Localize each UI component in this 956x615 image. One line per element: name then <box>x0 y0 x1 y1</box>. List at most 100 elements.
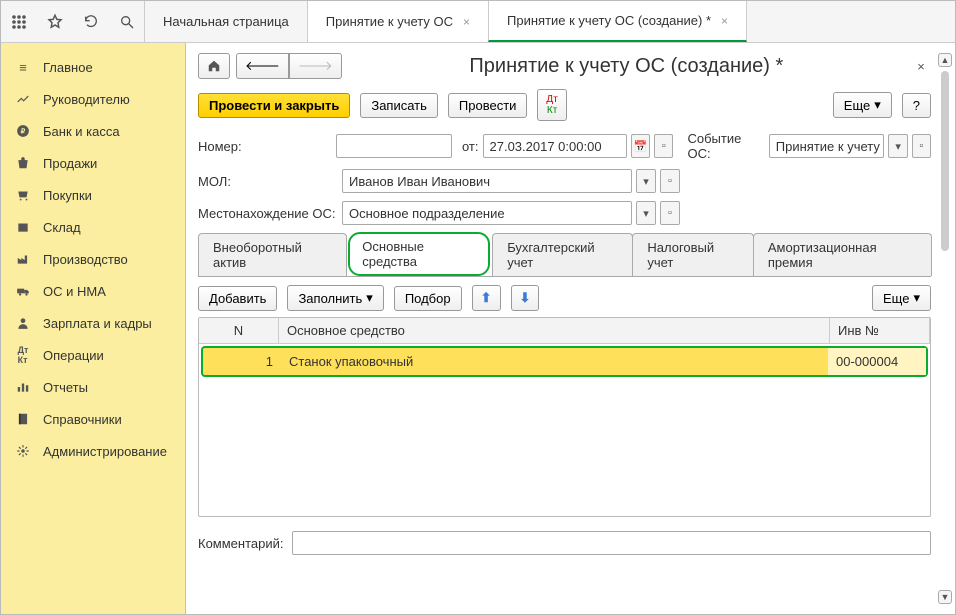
sidebar-item-label: Отчеты <box>43 380 88 395</box>
back-button[interactable]: 🡐 <box>236 53 289 79</box>
mol-field[interactable]: Иванов Иван Иванович <box>342 169 632 193</box>
more-button[interactable]: Еще ▾ <box>833 92 892 118</box>
bar-chart-icon <box>15 379 31 395</box>
close-form-button[interactable]: × <box>911 59 931 74</box>
doc-tab-accounting[interactable]: Бухгалтерский учет <box>492 233 633 276</box>
sidebar-item-reports[interactable]: Отчеты <box>1 371 185 403</box>
dtkt-icon: ДтКт <box>15 347 31 363</box>
dtkt-button[interactable]: ДтКт <box>537 89 566 121</box>
doc-tab-depr-bonus[interactable]: Амортизационная премия <box>753 233 932 276</box>
mol-label: МОЛ: <box>198 174 338 189</box>
dropdown-button[interactable]: ▾ <box>636 169 656 193</box>
post-and-close-button[interactable]: Провести и закрыть <box>198 93 350 118</box>
sidebar-item-label: Склад <box>43 220 81 235</box>
comment-label: Комментарий: <box>198 536 288 551</box>
ruble-icon: ₽ <box>15 123 31 139</box>
assets-table: N Основное средство Инв № 1 Станок упако… <box>198 317 931 517</box>
svg-text:₽: ₽ <box>21 127 26 135</box>
content: 🡐 🡒 Принятие к учету ОС (создание) * × П… <box>186 43 955 614</box>
move-up-button[interactable]: ⬆ <box>472 285 501 311</box>
sidebar-item-sales[interactable]: Продажи <box>1 147 185 179</box>
sidebar-item-assets[interactable]: ОС и НМА <box>1 275 185 307</box>
close-icon[interactable]: × <box>721 14 728 28</box>
chevron-down-icon: ▾ <box>874 97 881 113</box>
close-icon[interactable]: × <box>463 15 470 29</box>
cell-inv: 00-000004 <box>828 348 926 375</box>
sidebar-item-operations[interactable]: ДтКт Операции <box>1 339 185 371</box>
sidebar-item-label: Главное <box>43 60 93 75</box>
sidebar-item-label: Администрирование <box>43 444 167 459</box>
comment-field[interactable] <box>292 531 931 555</box>
apps-icon[interactable] <box>9 12 29 32</box>
doc-tabs: Внеоборотный актив Основные средства Бух… <box>198 233 931 277</box>
tab-home[interactable]: Начальная страница <box>144 1 308 42</box>
dropdown-button[interactable]: ▾ <box>636 201 656 225</box>
col-n[interactable]: N <box>199 318 279 343</box>
sidebar-item-refs[interactable]: Справочники <box>1 403 185 435</box>
number-field[interactable] <box>336 134 452 158</box>
sidebar-item-bank[interactable]: ₽ Банк и касса <box>1 115 185 147</box>
sidebar-item-label: Банк и касса <box>43 124 120 139</box>
vertical-scrollbar[interactable]: ▲ ▼ <box>937 53 953 604</box>
sidebar-item-warehouse[interactable]: Склад <box>1 211 185 243</box>
table-more-button[interactable]: Еще ▾ <box>872 285 931 311</box>
doc-tab-noncurrent-asset[interactable]: Внеоборотный актив <box>198 233 347 276</box>
sidebar-item-main[interactable]: ≡ Главное <box>1 51 185 83</box>
chevron-down-icon: ▾ <box>366 290 373 306</box>
sidebar-item-manager[interactable]: Руководителю <box>1 83 185 115</box>
move-down-button[interactable]: ⬇ <box>511 285 540 311</box>
calendar-button[interactable]: 📅 <box>631 134 650 158</box>
help-button[interactable]: ? <box>902 93 931 118</box>
pick-button[interactable]: Подбор <box>394 286 462 311</box>
box-icon <box>15 219 31 235</box>
col-name[interactable]: Основное средство <box>279 318 830 343</box>
top-toolbar: Начальная страница Принятие к учету ОС ×… <box>1 1 955 43</box>
main-area: ≡ Главное Руководителю ₽ Банк и касса Пр… <box>1 43 955 614</box>
date-label: от: <box>462 139 479 154</box>
cart-icon <box>15 187 31 203</box>
forward-button[interactable]: 🡒 <box>289 53 342 79</box>
scroll-up-button[interactable]: ▲ <box>938 53 952 67</box>
history-icon[interactable] <box>81 12 101 32</box>
book-icon <box>15 411 31 427</box>
sidebar-item-production[interactable]: Производство <box>1 243 185 275</box>
sidebar-item-admin[interactable]: Администрирование <box>1 435 185 467</box>
doc-tab-tax[interactable]: Налоговый учет <box>632 233 754 276</box>
number-label: Номер: <box>198 139 332 154</box>
home-button[interactable] <box>198 53 230 79</box>
open-button[interactable]: ▫ <box>654 134 673 158</box>
doc-tab-fixed-assets[interactable]: Основные средства <box>348 232 490 276</box>
tab-doc-create[interactable]: Принятие к учету ОС (создание) * × <box>488 1 747 42</box>
event-field[interactable]: Принятие к учету <box>769 134 885 158</box>
sidebar-item-label: Справочники <box>43 412 122 427</box>
table-row[interactable]: 1 Станок упаковочный 00-000004 <box>201 346 928 377</box>
sidebar: ≡ Главное Руководителю ₽ Банк и касса Пр… <box>1 43 186 614</box>
sidebar-item-label: Покупки <box>43 188 92 203</box>
date-field[interactable]: 27.03.2017 0:00:00 <box>483 134 627 158</box>
window-tabs: Начальная страница Принятие к учету ОС ×… <box>145 1 747 42</box>
tab-label: Принятие к учету ОС <box>326 14 453 29</box>
chart-up-icon <box>15 91 31 107</box>
home-icon: ≡ <box>15 59 31 75</box>
col-inv[interactable]: Инв № <box>830 318 930 343</box>
scroll-down-button[interactable]: ▼ <box>938 590 952 604</box>
gear-icon <box>15 443 31 459</box>
post-button[interactable]: Провести <box>448 93 528 118</box>
tool-icons <box>1 1 145 42</box>
open-button[interactable]: ▫ <box>660 169 680 193</box>
save-button[interactable]: Записать <box>360 93 438 118</box>
add-row-button[interactable]: Добавить <box>198 286 277 311</box>
cell-n: 1 <box>203 348 281 375</box>
star-icon[interactable] <box>45 12 65 32</box>
dropdown-button[interactable]: ▾ <box>888 134 907 158</box>
tab-doc-list[interactable]: Принятие к учету ОС × <box>307 1 489 42</box>
search-icon[interactable] <box>117 12 137 32</box>
open-button[interactable]: ▫ <box>912 134 931 158</box>
location-field[interactable]: Основное подразделение <box>342 201 632 225</box>
open-button[interactable]: ▫ <box>660 201 680 225</box>
scroll-thumb[interactable] <box>941 71 949 251</box>
fill-button[interactable]: Заполнить ▾ <box>287 285 383 311</box>
sidebar-item-hr[interactable]: Зарплата и кадры <box>1 307 185 339</box>
cell-name: Станок упаковочный <box>281 348 828 375</box>
sidebar-item-purchases[interactable]: Покупки <box>1 179 185 211</box>
